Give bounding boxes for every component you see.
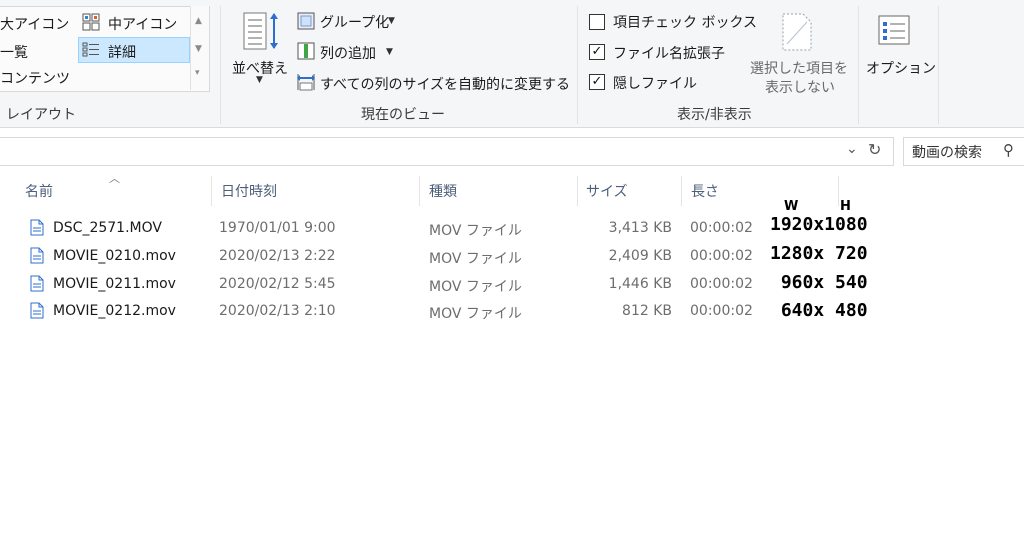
- details-icon: [82, 42, 100, 62]
- ribbon-separator: [858, 6, 859, 124]
- file-type: MOV ファイル: [429, 223, 522, 239]
- resolution-annotation: 960x 540: [770, 272, 868, 293]
- column-header-type[interactable]: 種類: [429, 181, 457, 201]
- file-length: 00:00:02: [690, 220, 753, 236]
- video-file-icon: [30, 219, 44, 240]
- layout-medium-icons[interactable]: 中アイコン: [108, 14, 177, 34]
- gallery-expand-icon[interactable]: ▾: [195, 68, 200, 78]
- refresh-icon[interactable]: ↻: [868, 140, 881, 159]
- file-name[interactable]: MOVIE_0212.mov: [53, 303, 176, 319]
- layout-content[interactable]: コンテンツ: [0, 68, 70, 88]
- layout-list[interactable]: 一覧: [0, 42, 28, 62]
- hide-selected-line1[interactable]: 選択した項目を: [750, 58, 848, 78]
- column-divider[interactable]: [681, 176, 682, 206]
- current-view-group-label: 現在のビュー: [361, 107, 445, 123]
- item-checkboxes-checkbox[interactable]: [589, 14, 605, 30]
- file-type: MOV ファイル: [429, 279, 522, 295]
- annotation-width-header: W: [784, 199, 799, 214]
- column-header-length[interactable]: 長さ: [691, 181, 719, 201]
- file-extensions-label[interactable]: ファイル名拡張子: [613, 43, 725, 63]
- group-by-icon: [297, 12, 315, 34]
- hidden-items-label[interactable]: 隠しファイル: [613, 73, 697, 93]
- column-header-name[interactable]: 名前: [25, 181, 53, 201]
- show-hide-group-label: 表示/非表示: [677, 107, 752, 123]
- group-by-dropdown-icon[interactable]: ▼: [388, 16, 395, 26]
- ribbon: 大アイコン 中アイコン 一覧 詳細 コンテンツ ▲ ▼ ▾ レイアウト 並べ替え…: [0, 0, 1024, 128]
- resolution-annotation: 640x 480: [770, 300, 868, 321]
- column-divider[interactable]: [838, 176, 839, 206]
- scroll-down-icon[interactable]: ▼: [195, 44, 202, 54]
- address-bar[interactable]: [0, 137, 894, 166]
- file-date: 2020/02/13 2:10: [219, 303, 336, 319]
- sort-by-icon[interactable]: [242, 10, 282, 56]
- medium-icons-icon: [82, 13, 100, 35]
- group-by-button[interactable]: グループ化: [320, 12, 389, 32]
- sort-by-dropdown-icon[interactable]: ▼: [256, 75, 263, 85]
- file-length: 00:00:02: [690, 276, 753, 292]
- file-size: 2,409 KB: [608, 248, 672, 264]
- hidden-items-checkbox[interactable]: ✓: [589, 74, 605, 90]
- file-size: 812 KB: [622, 303, 672, 319]
- file-date: 2020/02/13 2:22: [219, 248, 336, 264]
- file-type: MOV ファイル: [429, 251, 522, 267]
- add-columns-icon: [297, 42, 315, 64]
- file-name[interactable]: DSC_2571.MOV: [53, 220, 162, 236]
- add-columns-button[interactable]: 列の追加: [320, 43, 376, 63]
- column-header-size[interactable]: サイズ: [586, 181, 628, 201]
- search-icon[interactable]: ⚲: [1003, 141, 1014, 159]
- file-date: 2020/02/12 5:45: [219, 276, 336, 292]
- layout-group-label: レイアウト: [6, 107, 76, 123]
- search-placeholder[interactable]: 動画の検索: [912, 142, 982, 162]
- video-file-icon: [30, 302, 44, 323]
- options-button[interactable]: オプション: [866, 58, 936, 78]
- file-type: MOV ファイル: [429, 306, 522, 322]
- sort-ascending-icon: ︿: [109, 172, 120, 185]
- layout-details[interactable]: 詳細: [108, 42, 136, 62]
- size-columns-icon: [297, 72, 315, 96]
- file-date: 1970/01/01 9:00: [219, 220, 336, 236]
- layout-gallery-scroll[interactable]: ▲ ▼ ▾: [190, 6, 209, 90]
- resolution-annotation: 1280x 720: [770, 243, 868, 264]
- hide-selected-icon[interactable]: [781, 12, 813, 56]
- annotation-height-header: H: [840, 199, 851, 214]
- file-size: 3,413 KB: [608, 220, 672, 236]
- hide-selected-line2[interactable]: 表示しない: [765, 77, 835, 97]
- ribbon-separator: [220, 6, 221, 124]
- file-name[interactable]: MOVIE_0211.mov: [53, 276, 176, 292]
- file-length: 00:00:02: [690, 248, 753, 264]
- column-divider[interactable]: [577, 176, 578, 206]
- column-divider[interactable]: [211, 176, 212, 206]
- layout-large-icons[interactable]: 大アイコン: [0, 14, 69, 34]
- resolution-annotation: 1920x1080: [770, 214, 868, 235]
- file-size: 1,446 KB: [608, 276, 672, 292]
- address-history-chevron-icon[interactable]: ⌄: [846, 141, 858, 157]
- add-columns-dropdown-icon[interactable]: ▼: [386, 47, 393, 57]
- options-icon[interactable]: [877, 14, 911, 50]
- video-file-icon: [30, 275, 44, 296]
- file-extensions-checkbox[interactable]: ✓: [589, 44, 605, 60]
- video-file-icon: [30, 247, 44, 268]
- ribbon-separator: [938, 6, 939, 124]
- ribbon-separator: [577, 6, 578, 124]
- column-header-date[interactable]: 日付時刻: [221, 181, 277, 201]
- column-divider[interactable]: [419, 176, 420, 206]
- item-checkboxes-label[interactable]: 項目チェック ボックス: [613, 12, 757, 32]
- file-name[interactable]: MOVIE_0210.mov: [53, 248, 176, 264]
- scroll-up-icon[interactable]: ▲: [195, 16, 202, 26]
- size-all-columns-button[interactable]: すべての列のサイズを自動的に変更する: [320, 74, 570, 94]
- file-length: 00:00:02: [690, 303, 753, 319]
